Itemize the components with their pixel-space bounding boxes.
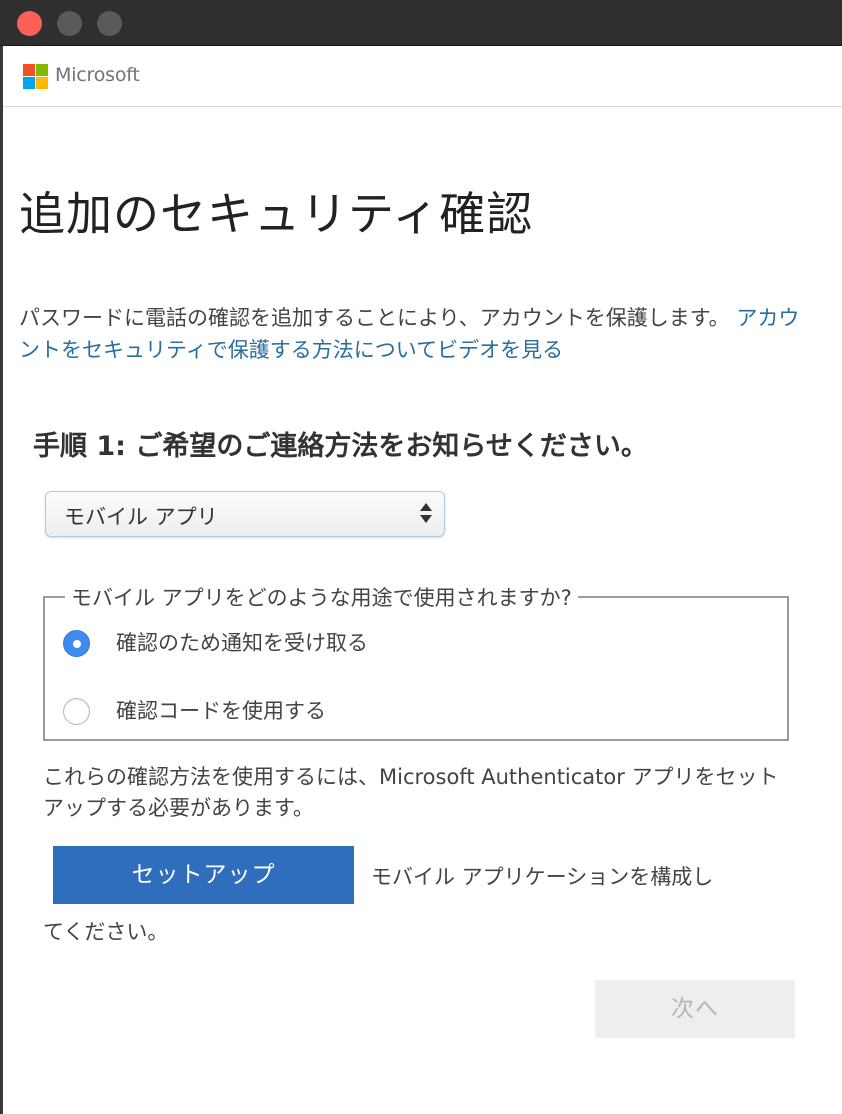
contact-method-select[interactable]: モバイル アプリ (45, 491, 445, 537)
close-window-button[interactable] (17, 11, 42, 36)
step-title: 手順 1: ご希望のご連絡方法をお知らせください。 (33, 431, 648, 462)
minimize-window-button[interactable] (57, 11, 82, 36)
radio-unselected-icon[interactable] (63, 698, 90, 725)
brand-name: Microsoft (55, 64, 140, 86)
radio-label: 確認のため通知を受け取る (116, 631, 368, 655)
select-arrows-icon (420, 501, 432, 527)
window-titlebar (0, 0, 842, 46)
setup-instruction-line1: モバイル アプリケーションを構成し (371, 865, 714, 889)
radio-selected-icon[interactable] (63, 630, 90, 657)
setup-button[interactable]: セットアップ (53, 846, 354, 904)
usage-legend: モバイル アプリをどのような用途で使用されますか? (65, 582, 578, 612)
authenticator-note: これらの確認方法を使用するには、Microsoft Authenticator … (43, 765, 779, 820)
microsoft-logo-icon (23, 64, 48, 89)
setup-instruction-line2: てください。 (43, 920, 169, 944)
next-button[interactable]: 次へ (595, 980, 795, 1038)
intro-paragraph: パスワードに電話の確認を追加することにより、アカウントを保護します。 アカウント… (19, 302, 809, 366)
page-title: 追加のセキュリティ確認 (19, 187, 534, 241)
contact-method-value: モバイル アプリ (64, 505, 218, 529)
dialog-window: Microsoft 追加のセキュリティ確認 パスワードに電話の確認を追加すること… (0, 46, 842, 1114)
intro-text: パスワードに電話の確認を追加することにより、アカウントを保護します。 (19, 306, 730, 330)
radio-label: 確認コードを使用する (116, 699, 326, 723)
brand-header: Microsoft (3, 46, 842, 107)
maximize-window-button[interactable] (97, 11, 122, 36)
